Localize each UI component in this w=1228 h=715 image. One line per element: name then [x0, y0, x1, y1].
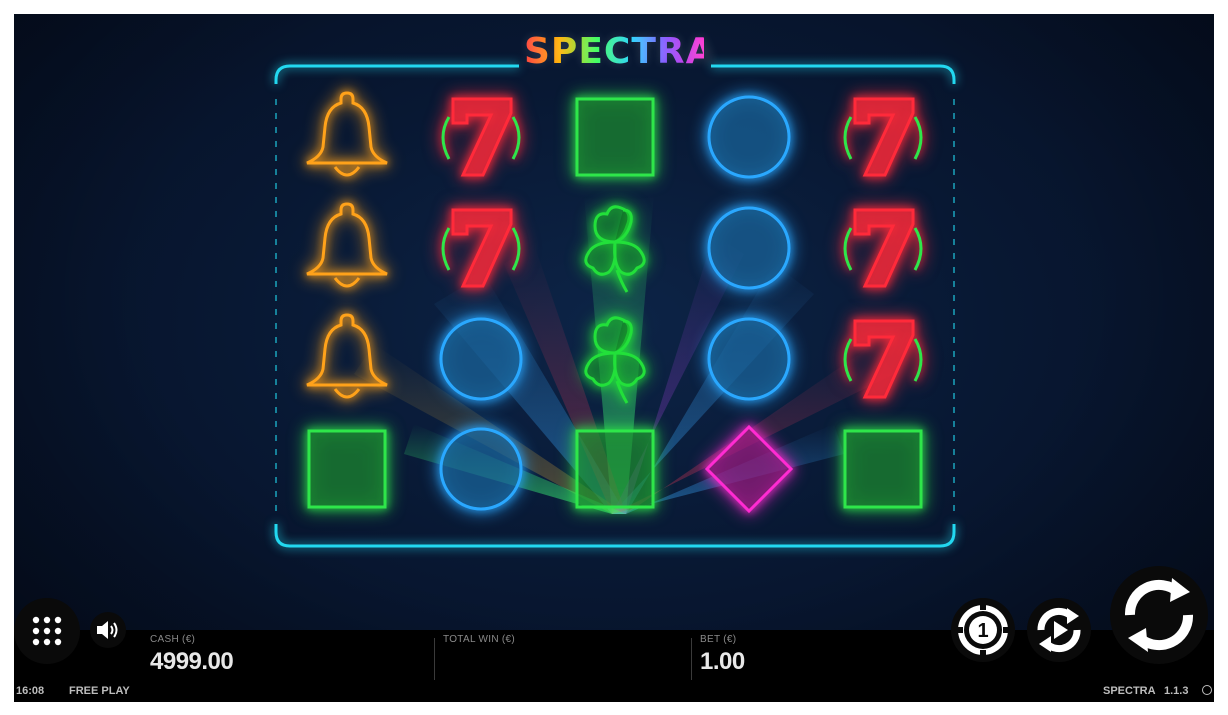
diamond-icon: [704, 424, 794, 514]
bell-symbol: [297, 198, 397, 298]
circle-symbol: [431, 419, 531, 519]
circle-icon: [707, 95, 791, 179]
bell-symbol: [297, 87, 397, 187]
clover-icon: [584, 205, 646, 293]
reels-area: [14, 14, 1214, 574]
cash-label: CASH (€): [150, 634, 196, 645]
divider: [691, 638, 692, 680]
speaker-icon: [97, 621, 118, 639]
autoplay-button[interactable]: [1027, 598, 1091, 662]
bet-display[interactable]: BET (€) 1.00: [700, 634, 745, 676]
seven-icon: [441, 97, 521, 177]
circle-symbol: [699, 198, 799, 298]
seven-icon: [843, 208, 923, 288]
sound-button[interactable]: [90, 612, 126, 648]
seven-icon: [843, 319, 923, 399]
thunderkick-icon: [1202, 685, 1212, 695]
circle-icon: [439, 427, 523, 511]
seven-symbol: [833, 198, 933, 298]
square-icon: [575, 97, 655, 177]
menu-button[interactable]: [14, 598, 80, 664]
version: 1.1.3: [1164, 685, 1189, 697]
game-stage: SPECTRA CASH (€) 4999.00 TOTAL WIN (€) B…: [14, 14, 1214, 702]
seven-symbol: [431, 87, 531, 187]
bell-icon: [306, 202, 388, 288]
square-icon: [575, 429, 655, 509]
square-symbol: [565, 419, 665, 519]
coin-value-text: 1: [977, 620, 988, 642]
circle-symbol: [699, 87, 799, 187]
bet-label: BET (€): [700, 634, 737, 645]
cash-value: 4999.00: [150, 648, 234, 675]
circle-icon: [707, 206, 791, 290]
grid-icon: [32, 616, 62, 646]
spin-arrows-icon: [1125, 578, 1193, 652]
circle-icon: [707, 317, 791, 401]
play-mode: FREE PLAY: [69, 685, 130, 697]
bell-symbol: [297, 309, 397, 409]
square-icon: [843, 429, 923, 509]
autoplay-icon: [1037, 607, 1081, 653]
seven-symbol: [833, 87, 933, 187]
spin-button[interactable]: [1110, 566, 1208, 664]
bet-value: 1.00: [700, 648, 745, 675]
clover-symbol: [565, 309, 665, 409]
coin-icon: 1: [957, 604, 1009, 656]
square-symbol: [833, 419, 933, 519]
square-symbol: [297, 419, 397, 519]
clock: 16:08: [16, 685, 45, 697]
clover-icon: [584, 316, 646, 404]
square-icon: [307, 429, 387, 509]
seven-symbol: [431, 198, 531, 298]
circle-icon: [439, 317, 523, 401]
cash-display: CASH (€) 4999.00: [150, 634, 234, 676]
seven-icon: [843, 97, 923, 177]
total-win-display: TOTAL WIN (€): [443, 634, 515, 648]
square-symbol: [565, 87, 665, 187]
seven-symbol: [833, 309, 933, 409]
divider: [434, 638, 435, 680]
total-win-label: TOTAL WIN (€): [443, 634, 516, 645]
diamond-symbol: [699, 419, 799, 519]
circle-symbol: [431, 309, 531, 409]
clover-symbol: [565, 198, 665, 298]
circle-symbol: [699, 309, 799, 409]
bell-icon: [306, 91, 388, 177]
coin-button[interactable]: 1: [951, 598, 1015, 662]
seven-icon: [441, 208, 521, 288]
bell-icon: [306, 313, 388, 399]
game-name: SPECTRA: [1103, 685, 1156, 697]
